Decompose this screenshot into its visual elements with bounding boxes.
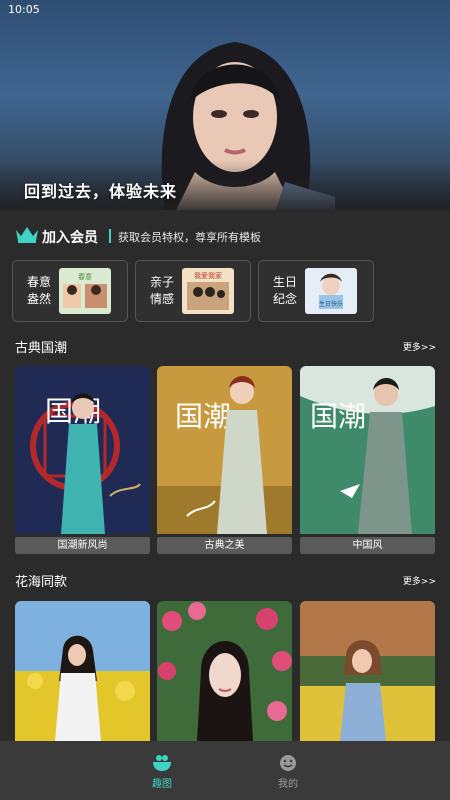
tab-label: 趣图: [152, 779, 172, 790]
status-bar-time: 10:05: [8, 3, 40, 16]
thumb-text: 我爱我家: [194, 271, 222, 280]
category-label: 生日纪念: [273, 275, 298, 306]
crown-icon: [16, 227, 38, 243]
tab-mine[interactable]: 我的: [258, 753, 318, 790]
tab-qutu[interactable]: 趣图: [132, 753, 192, 790]
thumb-text: 生日快乐: [319, 300, 343, 308]
hero-banner[interactable]: 10:05 回到过去，体验未来: [0, 0, 450, 210]
category-thumbnail: 我爱我家: [182, 268, 234, 314]
poster-name: 国潮新风尚: [15, 537, 150, 554]
poster-card[interactable]: 国潮 国潮新风尚: [15, 366, 150, 556]
member-divider: [109, 229, 111, 243]
member-bar[interactable]: 加入会员 获取会员特权，尊享所有模板: [0, 210, 450, 260]
poster-image: 国潮: [300, 366, 435, 534]
member-description: 获取会员特权，尊享所有模板: [118, 231, 261, 244]
category-card-birthday[interactable]: 生日纪念 生日快乐: [258, 260, 374, 322]
section-title-flower: 花海同款: [15, 575, 68, 590]
category-label: 亲子情感: [150, 275, 175, 306]
flower-card-image[interactable]: [300, 601, 435, 741]
category-card-spring[interactable]: 春意盎然 春意: [12, 260, 128, 322]
category-thumbnail: 春意: [59, 268, 111, 314]
poster-name: 古典之美: [157, 537, 292, 554]
hero-caption: 回到过去，体验未来: [24, 182, 178, 201]
poster-image: 国潮: [15, 366, 150, 534]
poster-name: 中国风: [300, 537, 435, 554]
category-card-family[interactable]: 亲子情感 我爱我家: [135, 260, 251, 322]
category-thumbnail: 生日快乐: [305, 268, 357, 314]
poster-image: 国潮: [157, 366, 292, 534]
category-row: 春意盎然 春意 亲子情感 我爱我家 生日纪念 生日快乐: [12, 260, 438, 322]
bowl-icon: [153, 755, 171, 771]
more-link-classic[interactable]: 更多>>: [403, 340, 436, 353]
poster-badge: 国潮: [310, 400, 366, 433]
poster-card[interactable]: 国潮 中国风: [300, 366, 435, 556]
category-label: 春意盎然: [27, 275, 52, 306]
section-title-classic: 古典国潮: [15, 341, 68, 356]
flower-card-image[interactable]: [15, 601, 150, 741]
bottom-nav: 趣图 我的: [0, 741, 450, 800]
tab-label: 我的: [278, 779, 298, 790]
poster-card[interactable]: 国潮 古典之美: [157, 366, 292, 556]
smiley-icon: [280, 755, 296, 771]
flower-card-image[interactable]: [157, 601, 292, 741]
more-link-flower[interactable]: 更多>>: [403, 574, 436, 587]
thumb-text: 春意: [78, 272, 92, 281]
poster-badge: 国潮: [175, 400, 231, 433]
member-title: 加入会员: [42, 230, 98, 246]
